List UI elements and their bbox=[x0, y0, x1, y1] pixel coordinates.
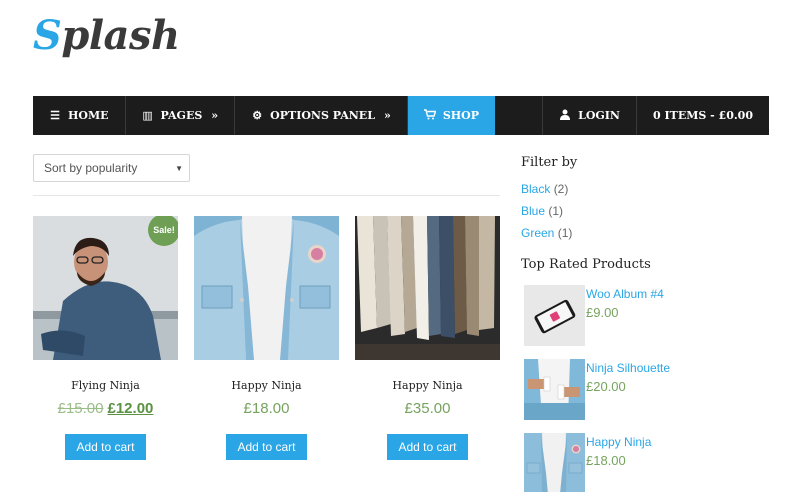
nav-options-panel[interactable]: ⚙ OPTIONS PANEL » bbox=[235, 96, 408, 135]
nav-login-label: LOGIN bbox=[578, 109, 620, 122]
product-title[interactable]: Happy Ninja bbox=[194, 379, 339, 392]
product-price: £18.00 bbox=[243, 400, 290, 417]
top-rated-item: Woo Album #4 £9.00 bbox=[521, 285, 771, 346]
add-to-cart-button[interactable]: Add to cart bbox=[65, 434, 146, 460]
filter-item: Black (2) bbox=[521, 182, 771, 196]
filter-link-green[interactable]: Green bbox=[521, 226, 554, 240]
color-filter-list: Black (2) Blue (1) Green (1) bbox=[521, 182, 771, 240]
top-rated-item: Happy Ninja £18.00 bbox=[521, 433, 771, 492]
top-rated-price: £9.00 bbox=[586, 305, 619, 320]
top-rated-info: Ninja Silhouette £20.00 bbox=[586, 359, 670, 394]
nav-shop[interactable]: SHOP bbox=[407, 96, 496, 135]
product-image-man-denim-shirt[interactable]: Sale! bbox=[33, 216, 178, 360]
nav-login[interactable]: LOGIN bbox=[542, 96, 636, 135]
user-icon bbox=[559, 109, 571, 122]
main-navigation: ☰ HOME ▥ PAGES » ⚙ OPTIONS PANEL » SHOP … bbox=[33, 96, 769, 135]
product-price: £15.00 £12.00 bbox=[33, 400, 178, 417]
filter-link-black[interactable]: Black bbox=[521, 182, 550, 196]
top-rated-item: Ninja Silhouette £20.00 bbox=[521, 359, 771, 420]
product-image-clothing-rack[interactable] bbox=[355, 216, 500, 360]
divider bbox=[33, 195, 500, 196]
nav-home-label: HOME bbox=[68, 109, 109, 122]
filter-item: Blue (1) bbox=[521, 204, 771, 218]
filter-item: Green (1) bbox=[521, 226, 771, 240]
product-image-denim-jacket[interactable] bbox=[194, 216, 339, 360]
top-rated-title: Top Rated Products bbox=[521, 257, 651, 272]
nav-home[interactable]: ☰ HOME bbox=[33, 96, 126, 135]
sale-badge: Sale! bbox=[148, 216, 178, 246]
product-thumb-shirt-cuffs[interactable] bbox=[524, 359, 585, 420]
top-rated-price: £20.00 bbox=[586, 379, 626, 394]
top-rated-name[interactable]: Ninja Silhouette bbox=[586, 361, 670, 375]
nav-shop-label: SHOP bbox=[442, 109, 480, 122]
product-card: Happy Ninja £18.00 Add to cart bbox=[194, 216, 339, 460]
sidebar: Filter by Black (2) Blue (1) Green (1) T… bbox=[521, 155, 771, 492]
nav-pages-label: PAGES bbox=[160, 109, 203, 122]
nav-pages[interactable]: ▥ PAGES » bbox=[126, 96, 236, 135]
top-rated-info: Woo Album #4 £9.00 bbox=[586, 285, 664, 320]
nav-cart-label: 0 ITEMS - £0.00 bbox=[653, 109, 753, 122]
product-old-price: £15.00 bbox=[57, 400, 104, 417]
top-rated-price: £18.00 bbox=[586, 453, 626, 468]
top-rated-info: Happy Ninja £18.00 bbox=[586, 433, 651, 468]
site-logo[interactable]: Splash bbox=[33, 12, 180, 59]
filter-count: (1) bbox=[557, 226, 573, 240]
filter-widget-title: Filter by bbox=[521, 155, 578, 170]
nav-options-arrow: » bbox=[383, 109, 391, 122]
sort-select-value: Sort by popularity bbox=[44, 161, 138, 175]
shopping-cart-icon bbox=[423, 109, 437, 122]
nav-pages-arrow: » bbox=[211, 109, 219, 122]
nav-options-label: OPTIONS PANEL bbox=[270, 109, 375, 122]
columns-icon: ▥ bbox=[142, 109, 153, 122]
product-sale-price: £12.00 bbox=[107, 400, 154, 417]
dropdown-caret-icon: ▼ bbox=[175, 164, 183, 173]
sort-select[interactable]: Sort by popularity ▼ bbox=[33, 154, 190, 182]
filter-count: (2) bbox=[553, 182, 569, 196]
product-title[interactable]: Flying Ninja bbox=[33, 379, 178, 392]
add-to-cart-button[interactable]: Add to cart bbox=[226, 434, 307, 460]
top-rated-name[interactable]: Woo Album #4 bbox=[586, 287, 664, 301]
add-to-cart-button[interactable]: Add to cart bbox=[387, 434, 468, 460]
product-price: £35.00 bbox=[404, 400, 451, 417]
product-card: Happy Ninja £35.00 Add to cart bbox=[355, 216, 500, 460]
product-thumb-denim-jacket[interactable] bbox=[524, 433, 585, 492]
product-thumb-phone[interactable] bbox=[524, 285, 585, 346]
nav-cart-total[interactable]: 0 ITEMS - £0.00 bbox=[636, 96, 769, 135]
filter-count: (1) bbox=[548, 204, 564, 218]
filter-link-blue[interactable]: Blue bbox=[521, 204, 545, 218]
product-title[interactable]: Happy Ninja bbox=[355, 379, 500, 392]
gears-icon: ⚙ bbox=[252, 109, 263, 122]
menu-bars-icon: ☰ bbox=[50, 109, 60, 122]
top-rated-name[interactable]: Happy Ninja bbox=[586, 435, 651, 449]
logo-rest: plash bbox=[61, 12, 180, 59]
logo-first-letter: S bbox=[33, 12, 62, 59]
product-card: Sale! Flying Ninja £15.00 £12.00 Add to c… bbox=[33, 216, 178, 460]
